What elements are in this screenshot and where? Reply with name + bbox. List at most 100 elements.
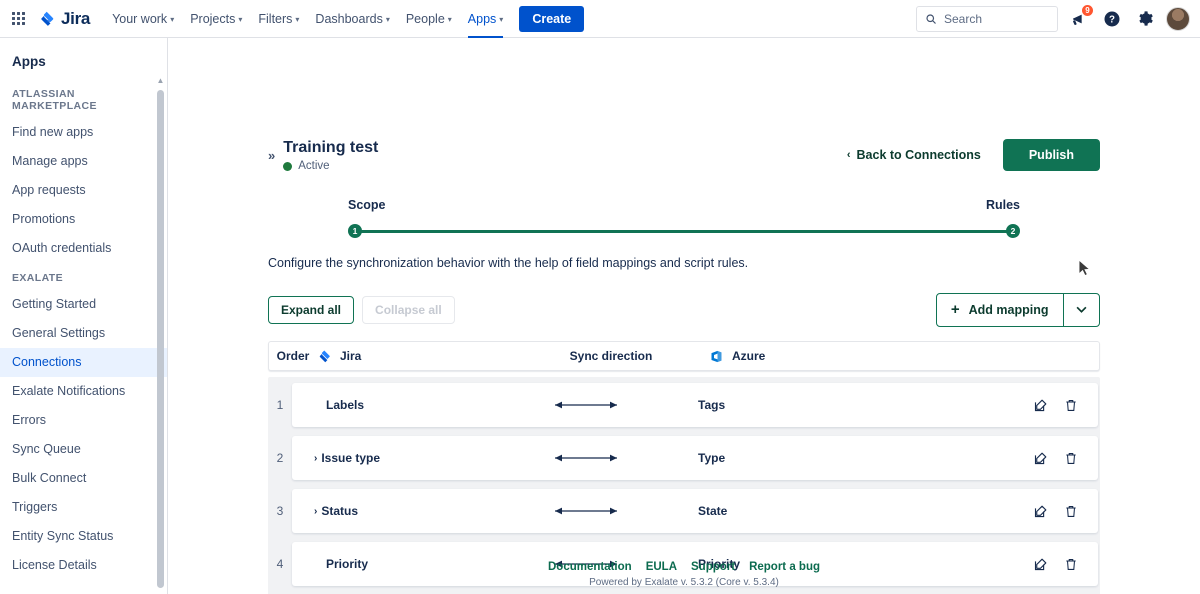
- gear-icon: [1137, 10, 1154, 27]
- page-title: Training test: [283, 138, 378, 157]
- notifications-icon[interactable]: 9: [1067, 7, 1091, 31]
- page-description: Configure the synchronization behavior w…: [268, 256, 1100, 270]
- notification-badge: 9: [1081, 4, 1094, 17]
- sidebar: Apps ▲ ATLASSIAN MARKETPLACE Find new ap…: [0, 38, 168, 594]
- column-header-order: Order: [269, 349, 317, 363]
- row-actions: [1033, 451, 1098, 466]
- row-actions: [1033, 504, 1098, 519]
- chevron-right-icon[interactable]: ›: [314, 453, 317, 464]
- sidebar-item-manage-apps[interactable]: Manage apps: [0, 147, 167, 176]
- column-header-jira-label: Jira: [340, 349, 361, 363]
- sidebar-title: Apps: [0, 38, 167, 79]
- sidebar-item-general-settings[interactable]: General Settings: [0, 319, 167, 348]
- footer-link-eula[interactable]: EULA: [646, 561, 677, 573]
- edit-icon[interactable]: [1033, 504, 1048, 519]
- footer-version: Powered by Exalate v. 5.3.2 (Core v. 5.3…: [168, 577, 1200, 588]
- table-row[interactable]: 3 › Status State: [292, 489, 1098, 533]
- publish-button[interactable]: Publish: [1003, 139, 1100, 171]
- chevron-right-icon[interactable]: ›: [314, 506, 317, 517]
- sidebar-item-find-new-apps[interactable]: Find new apps: [0, 118, 167, 147]
- row-sync-direction: [488, 505, 684, 517]
- scroll-up-arrow-icon[interactable]: ▲: [156, 76, 165, 85]
- status-badge: Active: [283, 160, 378, 172]
- footer-link-report-a-bug[interactable]: Report a bug: [749, 561, 820, 573]
- sidebar-item-connections[interactable]: Connections: [0, 348, 167, 377]
- table-row[interactable]: 1 Labels Tags: [292, 383, 1098, 427]
- row-right-field: Type: [684, 451, 1033, 465]
- nav-label: Dashboards: [315, 12, 382, 26]
- bidirectional-arrow-icon: [550, 452, 622, 464]
- column-header-jira: Jira: [317, 349, 513, 364]
- nav-item-people[interactable]: People ▾: [398, 0, 460, 38]
- nav-label: Your work: [112, 12, 167, 26]
- grid-icon: [12, 12, 25, 25]
- edit-glyph: [1033, 504, 1048, 519]
- search-input[interactable]: Search: [916, 6, 1058, 32]
- azure-icon: [709, 349, 724, 364]
- row-right-field: Tags: [684, 398, 1033, 412]
- nav-label: Apps: [468, 12, 497, 26]
- edit-glyph: [1033, 451, 1048, 466]
- table-row[interactable]: 2 › Issue type Type: [292, 436, 1098, 480]
- expand-all-button[interactable]: Expand all: [268, 296, 354, 324]
- chevron-down-icon: ▾: [238, 15, 242, 24]
- connection-title-group: Training test Active: [283, 138, 378, 172]
- row-order: 3: [268, 504, 292, 518]
- sidebar-section-heading-exalate: EXALATE: [0, 263, 167, 290]
- jira-icon: [317, 349, 332, 364]
- collapse-all-button: Collapse all: [362, 296, 455, 324]
- trash-glyph: [1064, 451, 1078, 466]
- delete-icon[interactable]: [1064, 504, 1078, 519]
- nav-item-your-work[interactable]: Your work ▾: [104, 0, 182, 38]
- edit-icon[interactable]: [1033, 398, 1048, 413]
- sidebar-item-exalate-notifications[interactable]: Exalate Notifications: [0, 377, 167, 406]
- back-to-connections-link[interactable]: ‹ Back to Connections: [847, 148, 981, 162]
- sidebar-item-errors[interactable]: Errors: [0, 406, 167, 435]
- step-dot-rules[interactable]: 2: [1006, 224, 1020, 238]
- sidebar-item-getting-started[interactable]: Getting Started: [0, 290, 167, 319]
- footer-link-documentation[interactable]: Documentation: [548, 561, 632, 573]
- app-switcher-icon[interactable]: [6, 7, 30, 31]
- step-dot-scope[interactable]: 1: [348, 224, 362, 238]
- row-left-field: Labels: [292, 398, 488, 412]
- brand-text: Jira: [61, 9, 90, 29]
- sidebar-item-bulk-connect[interactable]: Bulk Connect: [0, 464, 167, 493]
- bidirectional-arrow-icon: [550, 505, 622, 517]
- question-circle-icon: ?: [1103, 10, 1121, 28]
- sidebar-scrollbar[interactable]: [157, 90, 164, 588]
- plus-icon: +: [951, 304, 960, 316]
- delete-icon[interactable]: [1064, 398, 1078, 413]
- sidebar-item-license-details[interactable]: License Details: [0, 551, 167, 580]
- nav-item-filters[interactable]: Filters ▾: [250, 0, 307, 38]
- add-mapping-main[interactable]: + Add mapping: [937, 294, 1063, 326]
- delete-icon[interactable]: [1064, 451, 1078, 466]
- search-icon: [925, 13, 937, 25]
- nav-item-projects[interactable]: Projects ▾: [182, 0, 250, 38]
- avatar[interactable]: [1166, 7, 1190, 31]
- create-button[interactable]: Create: [519, 6, 584, 32]
- expand-panel-icon[interactable]: »: [268, 148, 275, 163]
- add-mapping-button[interactable]: + Add mapping: [936, 293, 1100, 327]
- sidebar-item-entity-sync-status[interactable]: Entity Sync Status: [0, 522, 167, 551]
- sidebar-item-triggers[interactable]: Triggers: [0, 493, 167, 522]
- sidebar-item-app-requests[interactable]: App requests: [0, 176, 167, 205]
- sidebar-item-sync-queue[interactable]: Sync Queue: [0, 435, 167, 464]
- settings-icon[interactable]: [1133, 7, 1157, 31]
- nav-item-dashboards[interactable]: Dashboards ▾: [307, 0, 397, 38]
- sidebar-item-promotions[interactable]: Promotions: [0, 205, 167, 234]
- svg-text:?: ?: [1109, 14, 1115, 25]
- stepper: Scope Rules 1 2: [348, 198, 1020, 244]
- chevron-down-icon: ▾: [295, 15, 299, 24]
- column-header-azure: Azure: [709, 349, 1099, 364]
- help-icon[interactable]: ?: [1100, 7, 1124, 31]
- chevron-down-icon[interactable]: [1064, 296, 1099, 325]
- footer-link-support[interactable]: Support: [691, 561, 735, 573]
- edit-icon[interactable]: [1033, 451, 1048, 466]
- row-left-field: › Status: [292, 504, 488, 518]
- nav-item-apps[interactable]: Apps ▾: [460, 0, 512, 38]
- jira-logo[interactable]: Jira: [38, 9, 90, 29]
- back-link-label: Back to Connections: [857, 148, 981, 162]
- sidebar-item-oauth-credentials[interactable]: OAuth credentials: [0, 234, 167, 263]
- row-actions: [1033, 398, 1098, 413]
- chevron-down-glyph: [1076, 306, 1087, 313]
